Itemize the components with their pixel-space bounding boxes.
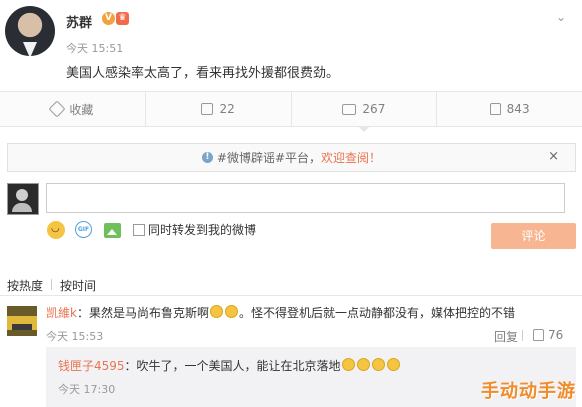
star-icon <box>48 100 66 118</box>
like-icon <box>489 103 501 115</box>
tab-sort-time[interactable]: 按时间 <box>60 277 96 294</box>
laugh-emoji-icon <box>356 358 370 371</box>
weibo-post-card: 苏群 V ♛ 今天 15:51 美国人感染率太高了，看来再找外援都很费劲。 ⌄ … <box>0 0 582 407</box>
submit-comment-button[interactable]: 评论 <box>491 223 576 249</box>
like-icon <box>533 329 544 341</box>
laugh-emoji-icon <box>386 358 400 371</box>
forward-icon <box>201 103 214 115</box>
laugh-emoji-icon <box>224 305 238 318</box>
favorite-label: 收藏 <box>69 102 94 117</box>
post-time[interactable]: 今天 15:51 <box>66 40 123 56</box>
notice-text[interactable]: #微博辟谣#平台， <box>217 149 321 166</box>
current-user-avatar <box>7 183 39 215</box>
comment-text: 凯維k：果然是马尚布鲁克斯啊 。怪不得登机后就一点动静都没有，媒体把控的不错 <box>46 304 515 321</box>
image-icon[interactable] <box>104 223 121 238</box>
favorite-button[interactable]: 收藏 <box>0 92 146 126</box>
replier-name[interactable]: 钱匣子4595 <box>58 359 125 373</box>
laugh-emoji-icon <box>371 358 385 371</box>
reply-button[interactable]: 回复 <box>494 328 518 345</box>
close-icon[interactable]: × <box>548 149 559 164</box>
verified-badge-icon: V <box>102 12 115 25</box>
post-text: 美国人感染率太高了，看来再找外援都很费劲。 <box>66 66 340 81</box>
member-badge-icon: ♛ <box>116 12 129 25</box>
divider <box>522 330 523 341</box>
tab-sort-hot[interactable]: 按热度 <box>7 277 43 294</box>
comment-text-part1: ：果然是马尚布鲁克斯啊 <box>76 306 209 320</box>
forward-checkbox-label[interactable]: 同时转发到我的微博 <box>148 221 256 238</box>
reply-text-body: ：吹牛了，一个美国人，能让在北京落地 <box>124 359 341 373</box>
gif-icon[interactable]: GIF <box>75 221 92 238</box>
reply-text: 钱匣子4595：吹牛了，一个美国人，能让在北京落地 <box>58 357 401 374</box>
emoji-icon[interactable] <box>47 221 65 239</box>
laugh-emoji-icon <box>209 305 223 318</box>
commenter-name[interactable]: 凯維k <box>46 306 77 320</box>
author-avatar[interactable] <box>5 6 55 56</box>
forward-button[interactable]: 22 <box>146 92 292 126</box>
notice-link[interactable]: 欢迎查阅！ <box>321 149 381 166</box>
commenter-avatar[interactable] <box>7 306 37 336</box>
comment-input[interactable] <box>46 183 565 213</box>
comment-text-part2: 。怪不得登机后就一点动静都没有，媒体把控的不错 <box>238 306 515 320</box>
comment-sort-bar: 按热度 按时间 <box>0 272 582 296</box>
post-action-bar: 收藏 22 267 843 <box>0 91 582 132</box>
info-icon: ! <box>201 152 213 163</box>
comment-count: 267 <box>362 102 386 116</box>
site-watermark: 手动动手游 <box>481 381 576 402</box>
forward-checkbox[interactable] <box>133 224 145 236</box>
comment-time: 今天 15:53 <box>46 330 104 343</box>
comment-button[interactable]: 267 <box>292 92 438 132</box>
rumor-notice-banner: ! #微博辟谣#平台， 欢迎查阅！ × <box>7 143 576 172</box>
divider <box>51 279 52 290</box>
forward-count: 22 <box>219 102 235 116</box>
like-button[interactable]: 843 <box>437 92 582 126</box>
comment-icon <box>342 103 357 115</box>
comment-like-button[interactable]: 76 <box>533 328 563 342</box>
chevron-down-icon[interactable]: ⌄ <box>556 10 566 24</box>
reply-time: 今天 17:30 <box>58 383 116 396</box>
divider <box>0 295 582 296</box>
comment-like-count: 76 <box>548 328 564 342</box>
laugh-emoji-icon <box>341 358 355 371</box>
like-count: 843 <box>506 102 530 116</box>
author-name[interactable]: 苏群 <box>66 12 92 31</box>
